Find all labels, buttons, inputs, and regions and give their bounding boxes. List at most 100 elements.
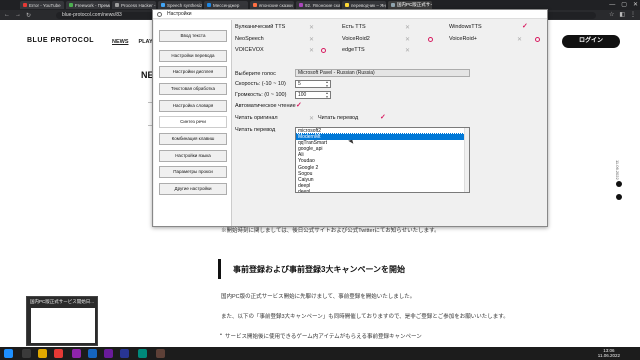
site-logo[interactable]: BLUE PROTOCOL	[27, 37, 94, 44]
twitter-icon[interactable]	[616, 181, 622, 187]
app-icon[interactable]	[72, 349, 81, 358]
app-icon[interactable]	[88, 349, 97, 358]
engine-label: edgeTTS	[342, 47, 365, 53]
browser-tab[interactable]: Speech synthesizer for	[158, 1, 202, 9]
speed-label: Скорость: (-10 ~ 10)	[235, 81, 286, 87]
volume-value: 100	[298, 92, 307, 98]
tab-label: Freework - Премиаль	[75, 2, 110, 8]
nav-play[interactable]: PLAY	[139, 39, 153, 45]
explorer-icon[interactable]	[38, 349, 47, 358]
voice-label: Выберите голос	[235, 71, 276, 77]
sidebar-item-language[interactable]: Настройки языка	[159, 150, 227, 162]
app-icon[interactable]	[104, 349, 113, 358]
list-scrollbar[interactable]	[464, 128, 469, 192]
engine-label: VoiceRoid+	[449, 36, 477, 42]
tab-favicon-icon	[23, 3, 27, 7]
clock[interactable]: 13:06 11.06.2022	[598, 348, 620, 358]
checkmark-icon[interactable]: ✓	[522, 22, 528, 30]
sidebar-item-speech-synthesis[interactable]: Синтез речи	[159, 116, 227, 128]
browser-tab[interactable]: Process Hacker - Прод	[112, 1, 156, 9]
tab-label: переводчик – Яндекс	[351, 2, 386, 8]
search-icon[interactable]	[22, 349, 31, 358]
browser-tab[interactable]: Freework - Премиаль	[66, 1, 110, 9]
read-translation-label: Читать перевод	[318, 115, 359, 121]
browser-icon[interactable]	[54, 349, 63, 358]
browser-tab[interactable]: 92. Японские сказки	[296, 1, 340, 9]
tab-label: Мессенджер	[213, 2, 240, 8]
speed-value: 5	[298, 81, 301, 87]
close-icon[interactable]: ✕	[309, 115, 314, 122]
checkmark-icon[interactable]: ✓	[296, 101, 302, 109]
gear-icon[interactable]	[321, 48, 326, 53]
browser-tab[interactable]: Мессенджер	[204, 1, 248, 9]
sidebar-item-translation[interactable]: Настройки перевода	[159, 50, 227, 62]
volume-spinbox[interactable]: 100	[295, 91, 331, 99]
login-button[interactable]: ログイン	[562, 35, 620, 48]
tab-label: Speech synthesizer for	[167, 2, 202, 8]
close-icon[interactable]: ✕	[309, 36, 314, 43]
tab-label: 国内PC版正式サービ	[397, 2, 432, 7]
voice-select[interactable]: Microsoft Pavel - Russian (Russia)	[295, 69, 470, 77]
start-icon[interactable]	[4, 349, 13, 358]
site-nav: NEWS PLAY	[112, 39, 153, 45]
nav-news[interactable]: NEWS	[112, 39, 129, 45]
browser-tab[interactable]: японские сказки на	[250, 1, 294, 9]
close-icon[interactable]: ✕	[309, 47, 314, 54]
tab-favicon-icon	[345, 3, 349, 7]
close-icon[interactable]: ✕	[309, 24, 314, 31]
sidebar-item-display[interactable]: Настройки дисплея	[159, 66, 227, 78]
app-icon[interactable]	[138, 349, 147, 358]
facebook-icon[interactable]	[616, 194, 622, 200]
read-original-label: Читать оригинал	[235, 115, 278, 121]
reload-icon[interactable]: ↻	[26, 12, 31, 19]
close-icon[interactable]: ✕	[633, 0, 638, 10]
menu-icon[interactable]: ⋮	[630, 10, 636, 20]
list-item[interactable]: deepl	[296, 189, 469, 192]
gear-icon[interactable]	[535, 37, 540, 42]
checkmark-icon[interactable]: ✓	[380, 113, 386, 121]
tab-favicon-icon	[299, 3, 303, 7]
back-icon[interactable]: ←	[4, 12, 10, 18]
side-date: 11.06.2022	[615, 160, 620, 180]
page-notice: ※開始時刻に関しましては、後日公式サイトおよび公式Twitterにてお知らせいた…	[221, 228, 440, 234]
translate-source-label: Читать перевод	[235, 127, 276, 133]
tab-label: 92. Японские сказки	[305, 2, 340, 8]
engine-label: VoiceRoid2	[342, 36, 370, 42]
taskbar: 13:06 11.06.2022	[0, 347, 640, 360]
speed-spinbox[interactable]: 5	[295, 80, 331, 88]
close-icon[interactable]: ✕	[517, 36, 522, 43]
minimize-icon[interactable]: —	[609, 0, 615, 10]
tab-label: Process Hacker - Прод	[121, 2, 156, 8]
settings-sidebar: Ввод текста Настройки перевода Настройки…	[154, 20, 232, 226]
tab-label: Error - YouTube	[29, 2, 61, 8]
engine-label: Есть TTS	[342, 24, 366, 30]
taskbar-preview[interactable]: 国内PC版正式サービス開始日...	[26, 296, 98, 346]
translator-dropdown-list[interactable]: microsoft2 ModernMt qqTranSmart google_a…	[295, 127, 470, 193]
browser-tab[interactable]: 国内PC版正式サービ	[388, 1, 432, 9]
browser-tab[interactable]: переводчик – Яндекс	[342, 1, 386, 9]
engine-label: WindowsTTS	[449, 24, 482, 30]
sidebar-item-text-input[interactable]: Ввод текста	[159, 30, 227, 42]
autoread-label: Автоматическое чтение	[235, 103, 296, 109]
sidebar-item-proxy[interactable]: Параметры прокси	[159, 166, 227, 178]
engine-label: NeoSpeech	[235, 36, 264, 42]
window-controls: — ▢ ✕	[609, 0, 638, 10]
extensions-icon[interactable]: ◧	[619, 10, 625, 20]
browser-tab[interactable]: Error - YouTube	[20, 1, 64, 9]
maximize-icon[interactable]: ▢	[621, 0, 627, 10]
app-icon[interactable]	[120, 349, 129, 358]
volume-label: Громкость: (0 ~ 100)	[235, 92, 287, 98]
sidebar-item-dictionary[interactable]: Настройка словаря	[159, 100, 227, 112]
sidebar-item-hotkeys[interactable]: Комбинация клавиш	[159, 133, 227, 145]
sidebar-item-text-processing[interactable]: Текстовая обработка	[159, 83, 227, 95]
close-icon[interactable]: ✕	[405, 36, 410, 43]
close-icon[interactable]: ✕	[405, 47, 410, 54]
app-icon[interactable]	[156, 349, 165, 358]
dialog-title: Настройки	[167, 11, 192, 17]
page-bullet: サービス開始後に使用できるゲーム内アイテムがもらえる事前登録キャンペーン	[220, 332, 422, 340]
star-icon[interactable]: ☆	[609, 10, 614, 20]
gear-icon[interactable]	[428, 37, 433, 42]
close-icon[interactable]: ✕	[405, 24, 410, 31]
forward-icon[interactable]: →	[15, 12, 21, 18]
sidebar-item-other[interactable]: Другие настройки	[159, 183, 227, 195]
